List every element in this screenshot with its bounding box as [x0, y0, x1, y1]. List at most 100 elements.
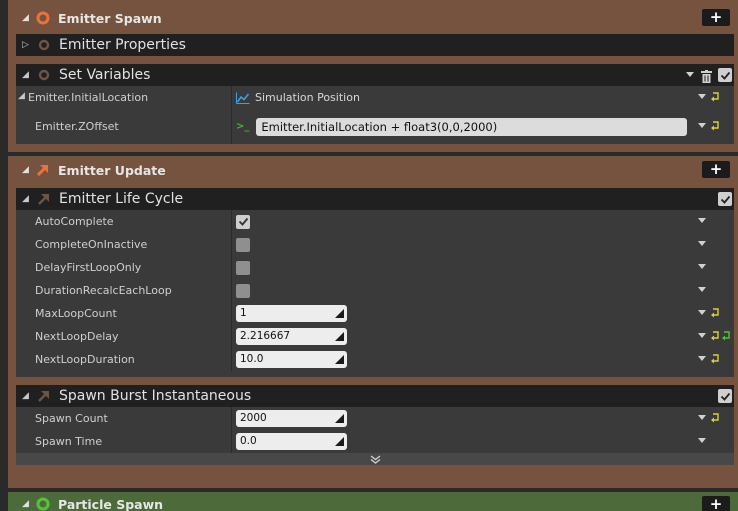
dropdown-arrow-icon[interactable] [698, 310, 706, 315]
max-loop-count-input[interactable]: 1 [236, 305, 347, 322]
collapse-triangle-icon[interactable]: ◢ [22, 70, 34, 80]
ring-icon [38, 69, 50, 81]
auto-complete-checkbox[interactable] [236, 214, 250, 229]
drag-handle-icon[interactable] [335, 355, 344, 364]
dropdown-arrow-icon[interactable] [698, 241, 706, 246]
drag-handle-icon[interactable] [335, 437, 344, 446]
emitter-update-header[interactable]: ◢ Emitter Update + [8, 157, 738, 183]
add-module-button[interactable]: + [702, 161, 730, 178]
add-module-button[interactable]: + [702, 496, 730, 511]
module-header[interactable]: ◢ Emitter Life Cycle [16, 188, 734, 210]
drag-handle-icon[interactable] [335, 332, 344, 341]
parameter-label: AutoComplete [35, 215, 114, 228]
value-text: 2000 [240, 412, 267, 424]
column-divider [231, 210, 232, 233]
dropdown-arrow-icon[interactable] [686, 72, 694, 77]
value-text: 0.0 [240, 435, 257, 447]
dropdown-arrow-icon[interactable] [698, 287, 706, 292]
emitter-spawn-header[interactable]: ◢ Emitter Spawn + [8, 5, 738, 31]
parameter-value: 2000 [236, 407, 347, 430]
parameter-value [236, 233, 250, 256]
parameter-row: MaxLoopCount 1 [16, 302, 734, 325]
parameter-value: >_ Emitter.InitialLocation + float3(0,0,… [236, 109, 688, 144]
enable-checkbox[interactable] [718, 68, 732, 82]
double-chevron-down-icon [370, 454, 380, 464]
dropdown-arrow-icon[interactable] [698, 123, 706, 128]
module-title: Spawn Burst Instantaneous [59, 388, 252, 404]
module-header[interactable]: ◢ Set Variables [16, 64, 734, 86]
emitter-spawn-stage: ◢ Emitter Spawn + ▷ Emitter Properties ◢… [8, 0, 738, 152]
particle-spawn-header[interactable]: ◢ Particle Spawn + [8, 492, 738, 511]
drag-handle-icon[interactable] [335, 414, 344, 423]
graph-icon [236, 92, 250, 104]
parameter-value[interactable]: Simulation Position [236, 86, 360, 109]
delay-first-loop-only-checkbox[interactable] [236, 260, 250, 275]
reset-to-default-icon[interactable] [711, 121, 720, 131]
complete-on-inactive-checkbox[interactable] [236, 237, 250, 252]
next-loop-duration-input[interactable]: 10.0 [236, 351, 347, 368]
module-title: Emitter Properties [59, 37, 186, 53]
module-header[interactable]: ◢ Spawn Burst Instantaneous [16, 385, 734, 407]
dropdown-arrow-icon[interactable] [698, 94, 706, 99]
dropdown-arrow-icon[interactable] [698, 415, 706, 420]
value-text: 2.216667 [240, 330, 291, 342]
column-divider [231, 325, 232, 348]
parameter-row: DurationRecalcEachLoop [16, 279, 734, 302]
parameter-row: DelayFirstLoopOnly [16, 256, 734, 279]
ring-icon [38, 39, 50, 51]
ring-icon [36, 11, 50, 25]
collapse-triangle-icon[interactable]: ◢ [22, 391, 34, 401]
parameter-value: 2.216667 [236, 325, 347, 348]
parameter-row: NextLoopDelay 2.216667 [16, 325, 734, 348]
spawn-time-input[interactable]: 0.0 [236, 433, 347, 450]
parameter-row: AutoComplete [16, 210, 734, 233]
dropdown-arrow-icon[interactable] [698, 438, 706, 443]
parameter-label: Spawn Time [35, 435, 103, 448]
parameter-row: Spawn Count 2000 [16, 407, 734, 430]
parameter-value [236, 279, 250, 302]
duration-recalc-each-loop-checkbox[interactable] [236, 283, 250, 298]
value-text: 1 [240, 307, 247, 319]
reset-to-default-icon[interactable] [711, 308, 720, 318]
dropdown-arrow-icon[interactable] [698, 356, 706, 361]
spawn-burst-module: ◢ Spawn Burst Instantaneous Spawn Count … [16, 385, 734, 465]
enable-checkbox[interactable] [718, 192, 732, 206]
collapse-triangle-icon[interactable]: ◢ [22, 499, 34, 509]
enable-checkbox[interactable] [718, 389, 732, 403]
advanced-expander[interactable] [16, 453, 734, 465]
dropdown-arrow-icon[interactable] [698, 333, 706, 338]
dropdown-arrow-icon[interactable] [698, 264, 706, 269]
collapse-triangle-icon[interactable]: ◢ [18, 91, 25, 101]
add-module-button[interactable]: + [702, 9, 730, 26]
column-divider [231, 407, 232, 430]
parameter-label: CompleteOnInactive [35, 238, 148, 251]
dropdown-arrow-icon[interactable] [698, 218, 706, 223]
expression-input[interactable]: Emitter.InitialLocation + float3(0,0,200… [256, 117, 688, 136]
column-divider [231, 348, 232, 371]
collapse-triangle-icon[interactable]: ◢ [22, 194, 34, 204]
stage-title: Particle Spawn [58, 496, 164, 511]
particle-spawn-stage: ◢ Particle Spawn + [8, 492, 738, 511]
parameter-label: Spawn Count [35, 412, 108, 425]
reset-to-default-icon[interactable] [711, 413, 720, 423]
parameter-label: NextLoopDuration [35, 353, 135, 366]
reset-to-default-icon[interactable] [711, 92, 720, 102]
reset-to-default-icon[interactable] [711, 354, 720, 364]
drag-handle-icon[interactable] [335, 309, 344, 318]
trash-icon[interactable] [701, 68, 712, 83]
expand-triangle-icon[interactable]: ▷ [22, 40, 34, 50]
parameter-label: Emitter.ZOffset [35, 120, 119, 133]
value-text: 10.0 [240, 353, 264, 365]
reset-to-base-icon[interactable] [722, 331, 731, 341]
parameter-label: MaxLoopCount [35, 307, 117, 320]
collapse-triangle-icon[interactable]: ◢ [22, 165, 34, 175]
column-divider [231, 256, 232, 279]
reset-to-default-icon[interactable] [711, 331, 720, 341]
spawn-count-input[interactable]: 2000 [236, 410, 347, 427]
green-ring-icon [36, 497, 50, 511]
parameter-row: ◢ Emitter.InitialLocation Simulation Pos… [16, 86, 734, 109]
emitter-life-cycle-module: ◢ Emitter Life Cycle AutoComplete Comple… [16, 188, 734, 377]
module-header[interactable]: ▷ Emitter Properties [16, 34, 734, 56]
collapse-triangle-icon[interactable]: ◢ [22, 13, 34, 23]
next-loop-delay-input[interactable]: 2.216667 [236, 328, 347, 345]
